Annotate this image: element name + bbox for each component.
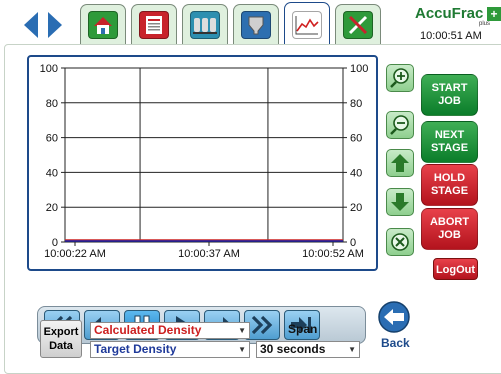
y-tick-label-left: 100 bbox=[40, 63, 58, 75]
x-tick-label: 10:00:37 AM bbox=[178, 248, 240, 260]
tab-report[interactable] bbox=[131, 4, 177, 44]
logo-text: AccuFrac bbox=[415, 5, 484, 22]
tanks-icon bbox=[190, 10, 220, 39]
y-tick-label-right: 40 bbox=[350, 167, 362, 179]
tab-chart[interactable] bbox=[284, 2, 330, 46]
y-tick-label-right: 60 bbox=[350, 133, 362, 145]
start-job-button[interactable]: START JOB bbox=[421, 74, 478, 116]
back-button[interactable]: Back bbox=[372, 300, 416, 354]
tab-tanks[interactable] bbox=[182, 4, 228, 44]
next-stage-button[interactable]: NEXT STAGE bbox=[421, 121, 478, 163]
dropdown-arrow-icon: ▼ bbox=[348, 345, 356, 354]
density-chart: 0 020 2040 4060 6080 80100 10010:00:22 AM 10:00… bbox=[40, 63, 369, 260]
clock-time: 10:00:51 AM bbox=[420, 30, 482, 42]
tools-icon bbox=[343, 10, 373, 39]
report-icon bbox=[139, 10, 169, 39]
y-tick-label-left: 20 bbox=[46, 202, 58, 214]
reset-zoom-button[interactable] bbox=[386, 228, 414, 256]
series2-select[interactable]: Target Density ▼ bbox=[90, 341, 250, 358]
zoom-in-icon bbox=[390, 68, 409, 88]
reset-x-icon bbox=[391, 233, 409, 251]
span-select[interactable]: 30 seconds ▼ bbox=[256, 341, 360, 358]
export-label-2: Data bbox=[49, 340, 73, 352]
scroll-up-button[interactable] bbox=[386, 149, 414, 177]
y-tick-label-right: 100 bbox=[350, 63, 368, 75]
hold-stage-label-2: STAGE bbox=[430, 185, 469, 197]
y-tick-label-right: 20 bbox=[350, 202, 362, 214]
zoom-out-icon bbox=[390, 115, 409, 135]
zoom-out-button[interactable] bbox=[386, 111, 414, 139]
span-value: 30 seconds bbox=[260, 342, 326, 356]
arrow-up-icon bbox=[391, 154, 409, 172]
tab-tools[interactable] bbox=[335, 4, 381, 44]
abort-job-label-2: JOB bbox=[438, 229, 461, 241]
hopper-icon bbox=[241, 10, 271, 39]
nav-left-arrow-icon[interactable] bbox=[24, 12, 38, 38]
next-stage-label-2: STAGE bbox=[430, 142, 469, 154]
abort-job-button[interactable]: ABORT JOB bbox=[421, 208, 478, 250]
dropdown-arrow-icon: ▼ bbox=[238, 326, 246, 335]
logout-button[interactable]: LogOut bbox=[433, 258, 478, 280]
tab-hopper[interactable] bbox=[233, 4, 279, 44]
series1-select[interactable]: Calculated Density ▼ bbox=[90, 322, 250, 339]
accufrac-logo: AccuFrac + plus bbox=[415, 3, 501, 29]
back-label: Back bbox=[381, 336, 410, 350]
y-tick-label-left: 80 bbox=[46, 98, 58, 110]
export-label-1: Export bbox=[43, 326, 79, 338]
x-tick-label: 10:00:22 AM bbox=[44, 248, 106, 260]
chart-frame: 0 0 20 20 40 40 60 60 80 80 100 100 10:00:22 AM 10:00… bbox=[27, 55, 378, 271]
logo-plus-icon: + bbox=[487, 7, 501, 21]
y-tick-label-right: 80 bbox=[350, 98, 362, 110]
start-job-label-2: JOB bbox=[438, 95, 461, 107]
dropdown-arrow-icon: ▼ bbox=[238, 345, 246, 354]
next-stage-label-1: NEXT bbox=[434, 129, 465, 141]
span-label: Span bbox=[288, 322, 318, 336]
home-icon bbox=[88, 10, 118, 39]
nav-right-arrow-icon[interactable] bbox=[48, 12, 62, 38]
hold-stage-label-1: HOLD bbox=[433, 172, 466, 184]
back-arrow-icon bbox=[378, 301, 410, 333]
series1-value: Calculated Density bbox=[94, 323, 202, 337]
abort-job-label-1: ABORT bbox=[429, 216, 470, 228]
logo-sub: plus bbox=[479, 21, 491, 27]
series2-value: Target Density bbox=[94, 342, 177, 356]
plot-area bbox=[64, 67, 344, 243]
arrow-down-icon bbox=[391, 193, 409, 211]
x-tick-label: 10:00:52 AM bbox=[302, 248, 364, 260]
chart-icon bbox=[292, 10, 322, 39]
double-right-icon bbox=[251, 315, 273, 335]
y-tick-label-left: 40 bbox=[46, 167, 58, 179]
scroll-down-button[interactable] bbox=[386, 188, 414, 216]
start-job-label-1: START bbox=[431, 82, 468, 94]
zoom-in-button[interactable] bbox=[386, 64, 414, 92]
tab-home[interactable] bbox=[80, 4, 126, 44]
y-tick-label-left: 60 bbox=[46, 133, 58, 145]
hold-stage-button[interactable]: HOLD STAGE bbox=[421, 164, 478, 206]
export-data-button[interactable]: Export Data bbox=[40, 320, 82, 358]
